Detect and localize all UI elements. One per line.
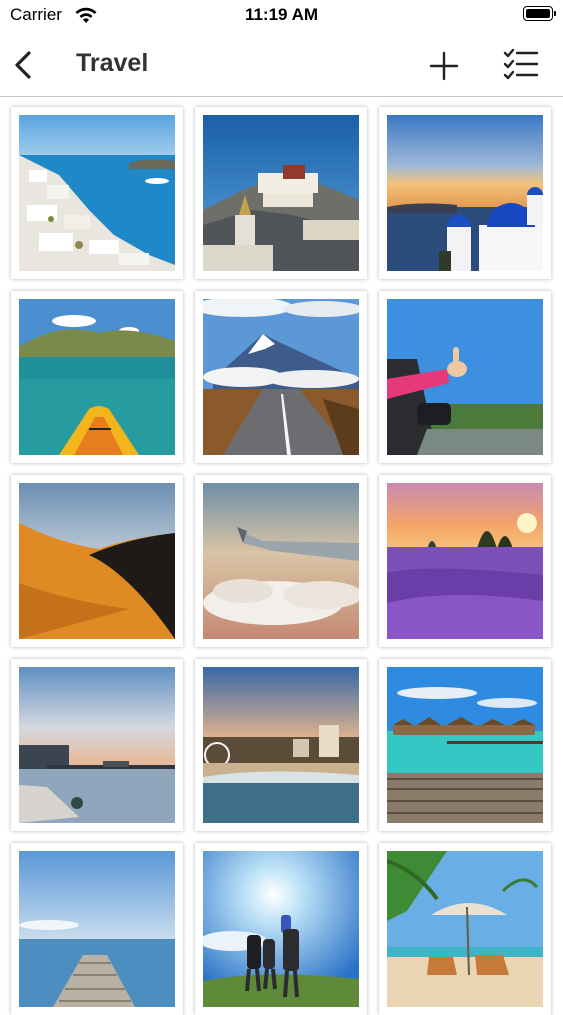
page-title: Travel xyxy=(76,49,149,77)
hikers-sunburst-photo xyxy=(203,851,359,1007)
photo-card[interactable] xyxy=(195,291,367,463)
airplane-wing-clouds-photo xyxy=(203,483,359,639)
desert-dunes-photo xyxy=(19,483,175,639)
clock: 11:19 AM xyxy=(244,5,319,24)
potala-palace-photo xyxy=(203,115,359,271)
photo-card[interactable] xyxy=(379,475,551,647)
kayak-lagoon-photo xyxy=(19,299,175,455)
photo-card[interactable] xyxy=(379,291,551,463)
wooden-jetty-sea-photo xyxy=(19,851,175,1007)
beach-city-ferris-wheel-photo xyxy=(203,667,359,823)
photo-card[interactable] xyxy=(195,659,367,831)
photo-card[interactable] xyxy=(379,843,551,1015)
santorini-white-village-photo xyxy=(19,115,175,271)
photo-grid xyxy=(11,107,553,1015)
photo-card[interactable] xyxy=(379,659,551,831)
santorini-blue-domes-photo xyxy=(387,115,543,271)
plus-icon[interactable] xyxy=(428,50,460,82)
checklist-icon[interactable] xyxy=(502,46,540,82)
status-bar: Carrier 11:19 AM xyxy=(0,0,563,34)
photo-card[interactable] xyxy=(195,475,367,647)
beach-umbrella-chairs-photo xyxy=(387,851,543,1007)
thumbs-up-car-window-photo xyxy=(387,299,543,455)
photo-grid-scroll[interactable] xyxy=(0,97,563,1015)
pier-sunset-photo xyxy=(19,667,175,823)
overwater-bungalows-photo xyxy=(387,667,543,823)
photo-card[interactable] xyxy=(379,107,551,279)
photo-card[interactable] xyxy=(11,291,183,463)
photo-card[interactable] xyxy=(11,107,183,279)
photo-card[interactable] xyxy=(195,843,367,1015)
battery-icon xyxy=(523,6,556,21)
photo-card[interactable] xyxy=(195,107,367,279)
lavender-field-sunset-photo xyxy=(387,483,543,639)
photo-card[interactable] xyxy=(11,659,183,831)
photo-card[interactable] xyxy=(11,475,183,647)
back-chevron-icon[interactable] xyxy=(10,50,36,80)
navigation-bar: Travel xyxy=(0,34,563,97)
photo-card[interactable] xyxy=(11,843,183,1015)
mountain-road-photo xyxy=(203,299,359,455)
